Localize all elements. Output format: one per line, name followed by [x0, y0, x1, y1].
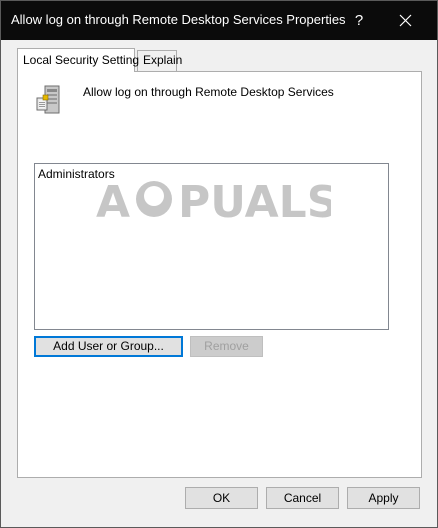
svg-text:PUALS: PUALS — [178, 177, 331, 228]
cancel-button[interactable]: Cancel — [266, 487, 339, 509]
tab-panel: Allow log on through Remote Desktop Serv… — [17, 71, 422, 478]
policy-title: Allow log on through Remote Desktop Serv… — [83, 85, 334, 99]
title-bar[interactable]: Allow log on through Remote Desktop Serv… — [1, 1, 437, 40]
add-user-or-group-button[interactable]: Add User or Group... — [34, 336, 183, 357]
properties-dialog: Allow log on through Remote Desktop Serv… — [0, 0, 438, 528]
ok-button[interactable]: OK — [185, 487, 258, 509]
close-icon — [399, 14, 411, 27]
close-button[interactable] — [383, 1, 427, 40]
window-title: Allow log on through Remote Desktop Serv… — [11, 12, 346, 27]
watermark-logo: A PUALS — [96, 177, 331, 228]
tab-explain[interactable]: Explain — [137, 50, 182, 71]
tab-local-security-setting[interactable]: Local Security Setting — [17, 48, 139, 72]
apply-button[interactable]: Apply — [347, 487, 420, 509]
help-button[interactable]: ? — [337, 1, 381, 40]
server-icon — [36, 85, 60, 114]
remove-button[interactable]: Remove — [190, 336, 263, 357]
svg-text:A: A — [96, 177, 130, 228]
